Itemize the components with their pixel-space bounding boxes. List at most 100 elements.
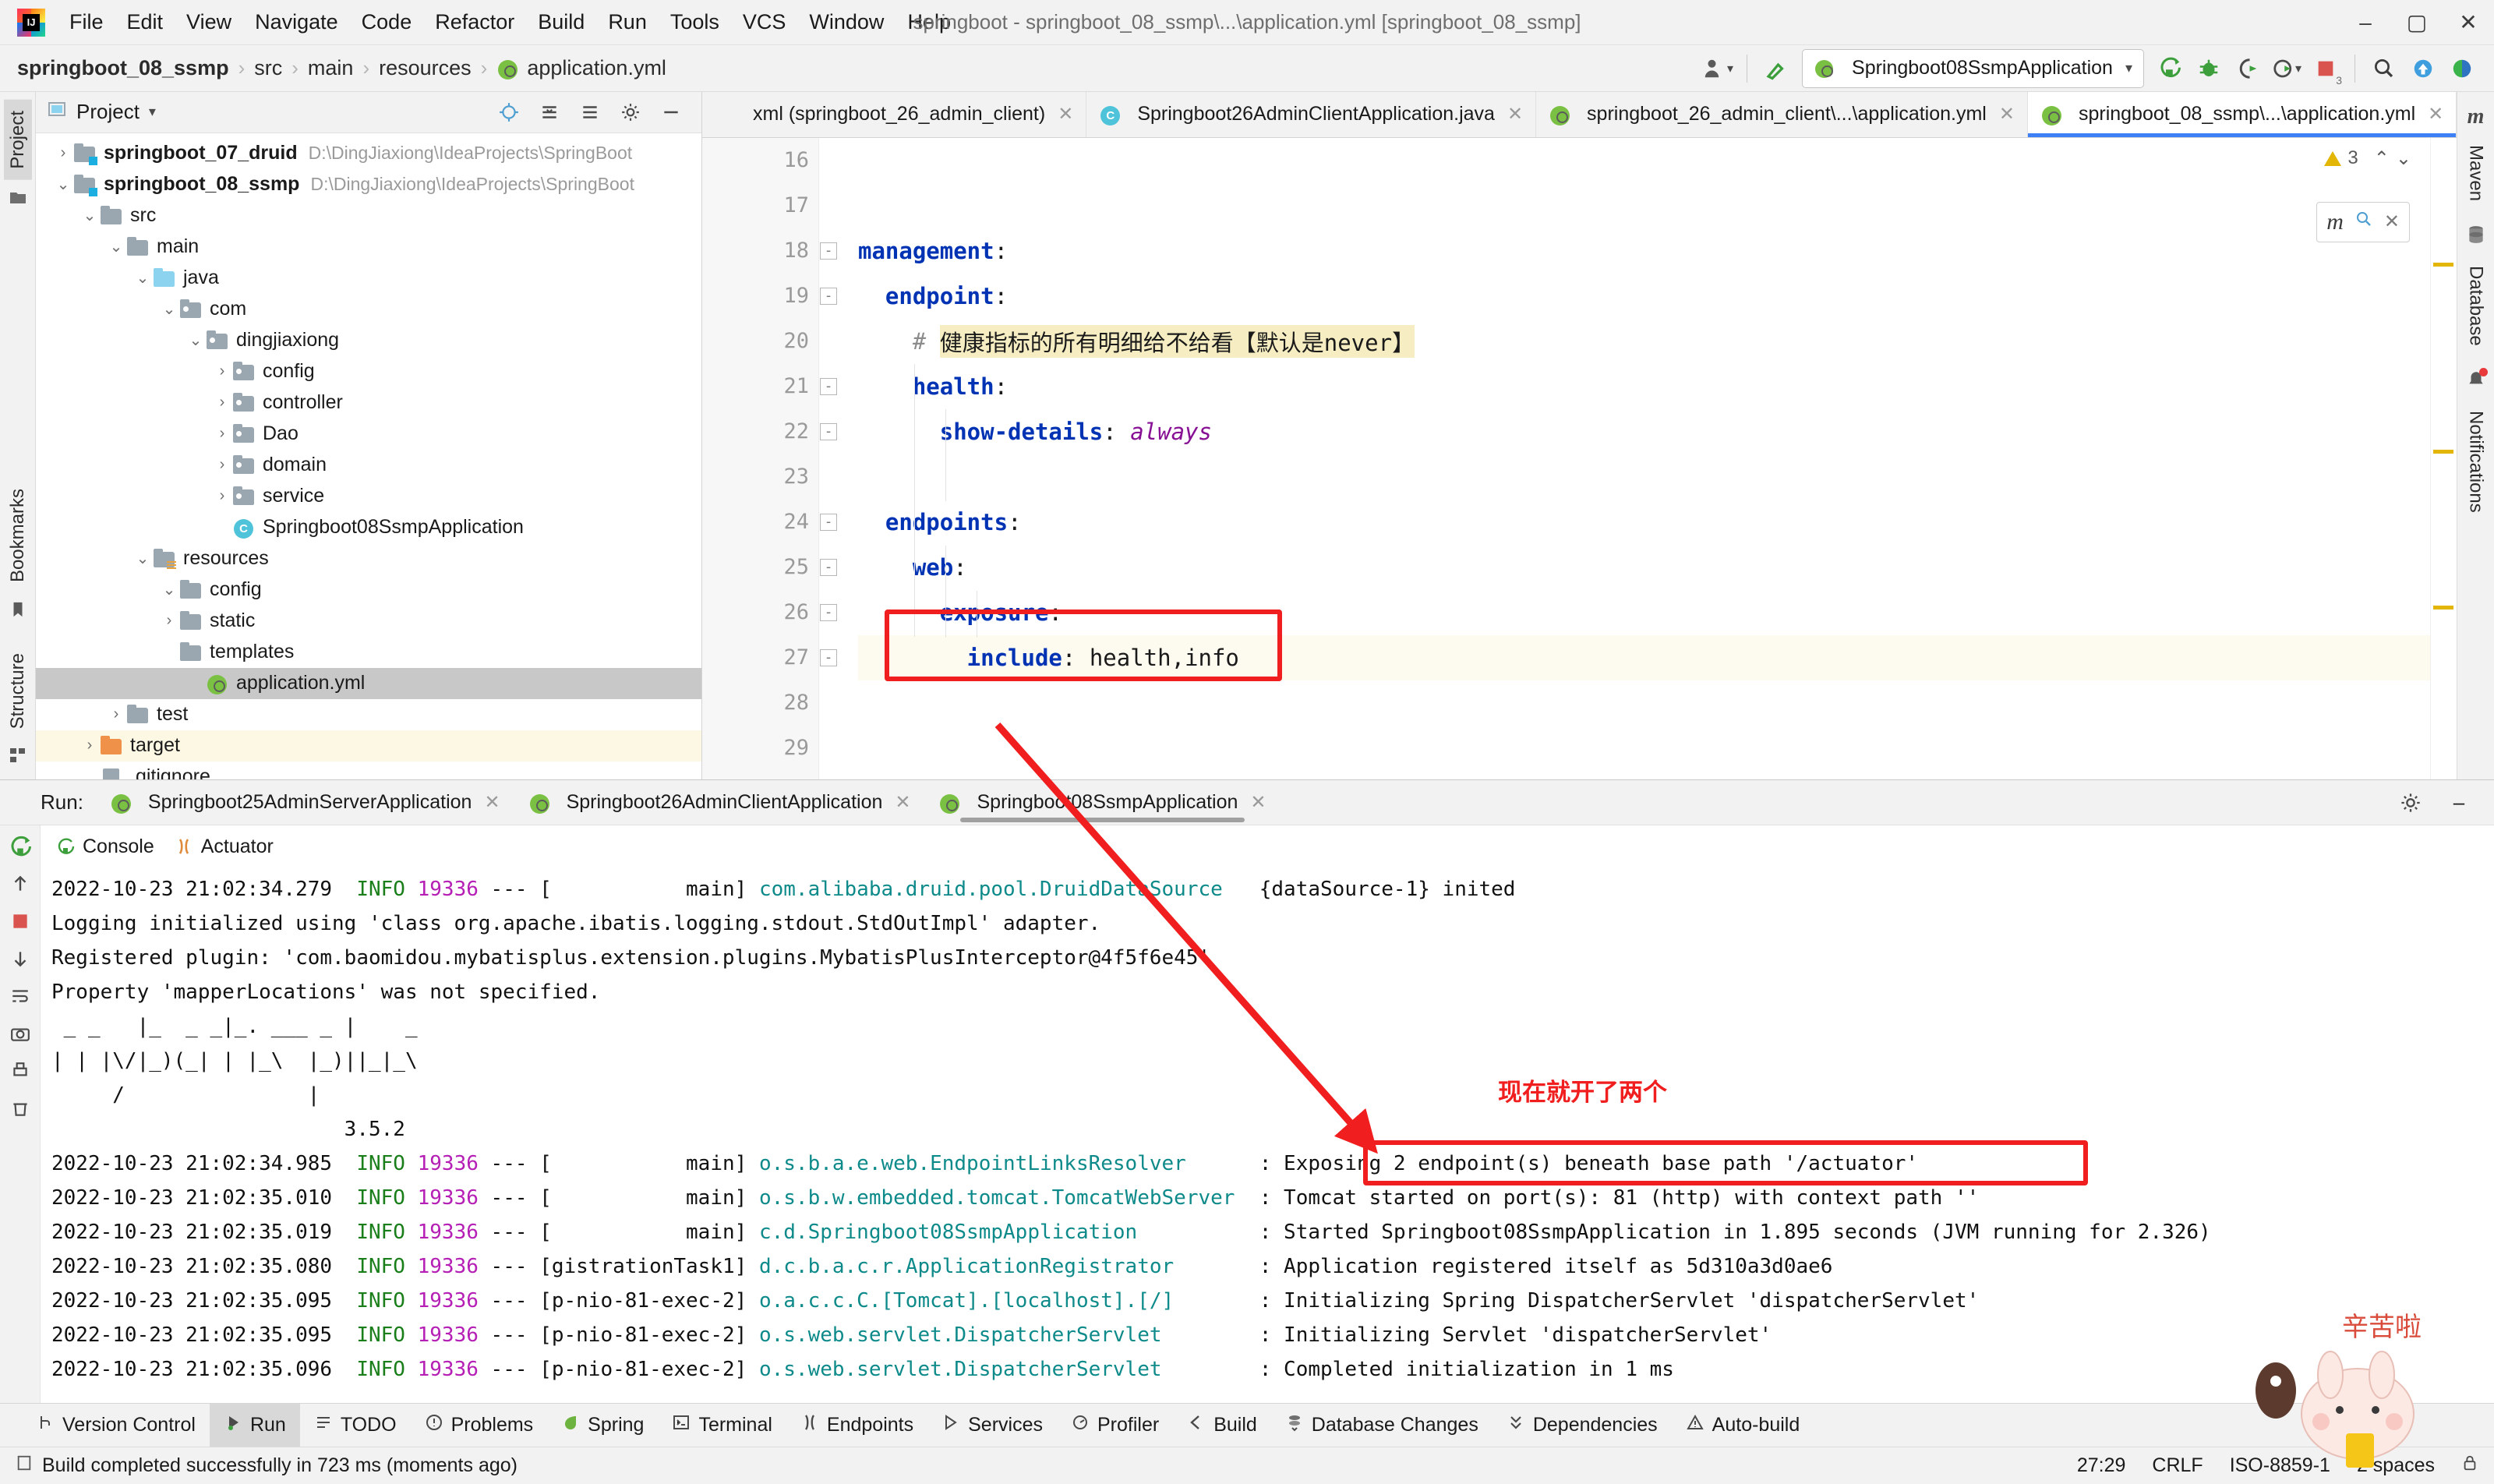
code-line-30[interactable] — [858, 771, 2430, 779]
code-line-18[interactable]: management: — [858, 228, 2430, 274]
sidebar-item-project[interactable]: Project — [3, 100, 32, 180]
code-line-23[interactable] — [858, 454, 2430, 500]
editor-gutter[interactable]: 16 17 18-19- 20 21-22- 23 24-25-26-27- 28 29 30 — [702, 137, 837, 779]
tree-node-resources[interactable]: ⌄ resources — [36, 543, 701, 574]
ide-mode-icon[interactable] — [2443, 49, 2482, 88]
menu-vcs[interactable]: VCS — [731, 5, 798, 39]
line-number-27[interactable]: 27- — [702, 635, 837, 680]
tab-actuator[interactable]: Actuator — [175, 836, 274, 858]
tab-console[interactable]: Console — [56, 836, 154, 858]
gear-icon[interactable] — [2391, 783, 2430, 822]
breadcrumb-item-4[interactable]: application.yml — [527, 56, 666, 80]
editor-tab-2[interactable]: springboot_26_admin_client\...\applicati… — [1536, 92, 2028, 137]
close-icon[interactable]: ✕ — [1058, 103, 1073, 125]
tree-node-springboot-07-druid[interactable]: › springboot_07_druid D:\DingJiaxiong\Idea… — [36, 138, 701, 169]
tool-window-button-version-control[interactable]: Version Control — [22, 1404, 210, 1447]
inspection-magnifier-icon[interactable] — [2354, 210, 2373, 234]
menu-navigate[interactable]: Navigate — [243, 5, 350, 39]
tree-node-application-yml[interactable]: application.yml — [36, 667, 701, 699]
line-number-20[interactable]: 20 — [702, 319, 818, 364]
tree-node-main[interactable]: ⌄ main — [36, 231, 701, 263]
chevron-up-icon[interactable]: ⌃ — [2374, 147, 2390, 170]
menu-file[interactable]: File — [58, 5, 115, 39]
editor-tab-0[interactable]: xml (springboot_26_admin_client) ✕ — [702, 92, 1087, 137]
collapse-all-icon[interactable] — [571, 93, 609, 132]
close-icon[interactable]: ✕ — [2384, 210, 2400, 233]
tree-expand-arrow[interactable]: ⌄ — [79, 206, 100, 225]
build-hammer-icon[interactable] — [1757, 49, 1796, 88]
menu-tools[interactable]: Tools — [659, 5, 731, 39]
tree-node-service[interactable]: › service — [36, 481, 701, 512]
chevron-down-icon[interactable]: ▾ — [149, 104, 156, 120]
run-configuration-selector[interactable]: Springboot08SsmpApplication ▾ — [1802, 48, 2144, 88]
breadcrumb-item-0[interactable]: springboot_08_ssmp — [17, 56, 229, 80]
tool-window-button-problems[interactable]: Problems — [411, 1404, 548, 1447]
line-number-29[interactable]: 29 — [702, 726, 818, 771]
tool-window-button-services[interactable]: Services — [927, 1404, 1057, 1447]
tool-window-button-auto-build[interactable]: Auto-build — [1672, 1404, 1814, 1447]
code-line-28[interactable] — [858, 680, 2430, 726]
main-menu[interactable]: File Edit View Navigate Code Refactor Bu… — [58, 5, 963, 39]
code-editor[interactable]: management: endpoint: # 健康指标的所有明细给不给看【默认… — [819, 138, 2430, 779]
menu-build[interactable]: Build — [526, 5, 596, 39]
console-output[interactable]: 2022-10-23 21:02:34.279 INFO 19336 --- [… — [41, 867, 2494, 1403]
tree-expand-arrow[interactable]: ⌄ — [159, 299, 179, 319]
menu-code[interactable]: Code — [350, 5, 424, 39]
code-line-25[interactable]: web: — [858, 545, 2430, 590]
tool-window-button-database-changes[interactable]: Database Changes — [1271, 1404, 1493, 1447]
run-tab-2[interactable]: Springboot08SsmpApplication ✕ — [924, 780, 1280, 825]
sidebar-item-maven[interactable]: Maven — [2462, 134, 2490, 212]
line-number-24[interactable]: 24- — [702, 500, 837, 545]
tree-expand-arrow[interactable]: › — [53, 144, 73, 162]
run-tab-1[interactable]: Springboot26AdminClientApplication ✕ — [514, 780, 925, 825]
tool-window-button-build[interactable]: Build — [1173, 1404, 1271, 1447]
tree-expand-arrow[interactable]: ⌄ — [132, 549, 153, 568]
tree-expand-arrow[interactable]: ⌄ — [132, 268, 153, 288]
tree-node-test[interactable]: › test — [36, 699, 701, 730]
lock-icon[interactable] — [2461, 1454, 2478, 1478]
expand-all-icon[interactable] — [530, 93, 569, 132]
sidebar-item-database[interactable]: Database — [2462, 255, 2490, 357]
code-line-21[interactable]: health: — [858, 364, 2430, 409]
menu-run[interactable]: Run — [596, 5, 659, 39]
code-line-19[interactable]: endpoint: — [858, 274, 2430, 319]
tree-node-config[interactable]: › config — [36, 356, 701, 387]
tree-node--gitignore[interactable]: .gitignore — [36, 761, 701, 779]
rerun-icon[interactable] — [7, 833, 34, 860]
sidebar-item-notifications[interactable]: Notifications — [2462, 400, 2490, 524]
line-number-28[interactable]: 28 — [702, 680, 818, 726]
line-separator[interactable]: CRLF — [2152, 1454, 2203, 1477]
sidebar-item-structure[interactable]: Structure — [4, 642, 32, 740]
maximize-button[interactable]: ▢ — [2391, 0, 2443, 45]
line-number-21[interactable]: 21- — [702, 364, 837, 409]
file-encoding[interactable]: ISO-8859-1 — [2230, 1454, 2330, 1477]
code-line-24[interactable]: endpoints: — [858, 500, 2430, 545]
tree-node-static[interactable]: › static — [36, 606, 701, 637]
line-number-26[interactable]: 26- — [702, 590, 837, 635]
menu-view[interactable]: View — [175, 5, 243, 39]
tree-expand-arrow[interactable]: › — [212, 456, 232, 474]
editor-tab-bar[interactable]: xml (springboot_26_admin_client) ✕ C Spring… — [702, 92, 2457, 138]
line-number-22[interactable]: 22- — [702, 409, 837, 454]
camera-icon[interactable] — [7, 1020, 34, 1047]
sidebar-item-bookmarks[interactable]: Bookmarks — [4, 478, 32, 593]
menu-help[interactable]: Help — [896, 5, 963, 39]
close-icon[interactable]: ✕ — [484, 791, 500, 814]
code-line-29[interactable] — [858, 726, 2430, 771]
tool-window-button-terminal[interactable]: Terminal — [658, 1404, 786, 1447]
locate-file-icon[interactable] — [489, 93, 528, 132]
code-line-27[interactable]: include: health,info — [858, 634, 2430, 680]
tree-expand-arrow[interactable]: › — [212, 487, 232, 505]
breadcrumb-item-2[interactable]: main — [308, 56, 354, 80]
tree-expand-arrow[interactable]: › — [212, 394, 232, 412]
tree-node-controller[interactable]: › controller — [36, 387, 701, 419]
caret-position[interactable]: 27:29 — [2077, 1454, 2126, 1477]
tree-expand-arrow[interactable]: ⌄ — [53, 175, 73, 194]
code-line-17[interactable] — [858, 183, 2430, 228]
tree-node-java[interactable]: ⌄ java — [36, 263, 701, 294]
close-icon[interactable]: ✕ — [1999, 103, 2015, 125]
tool-window-button-todo[interactable]: TODO — [300, 1404, 411, 1447]
menu-edit[interactable]: Edit — [115, 5, 175, 39]
editor-tab-1[interactable]: C Springboot26AdminClientApplication.java… — [1086, 92, 1537, 137]
tree-node-config[interactable]: ⌄ config — [36, 574, 701, 606]
